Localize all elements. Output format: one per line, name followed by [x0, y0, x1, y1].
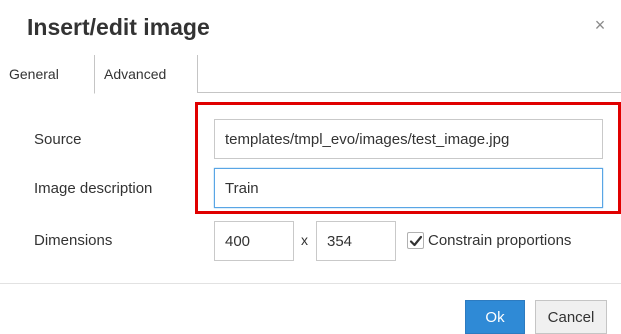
close-icon[interactable]: × — [592, 16, 608, 34]
cancel-button[interactable]: Cancel — [535, 300, 607, 334]
source-input[interactable] — [214, 119, 603, 159]
dimensions-label: Dimensions — [34, 232, 113, 249]
source-label: Source — [34, 131, 82, 148]
insert-edit-image-dialog: Insert/edit image × General Advanced Sou… — [0, 0, 621, 334]
tab-general[interactable]: General — [0, 55, 95, 94]
height-input[interactable] — [316, 221, 396, 261]
checkmark-icon — [409, 235, 423, 247]
image-description-input[interactable] — [214, 168, 603, 208]
constrain-proportions-checkbox[interactable] — [407, 232, 424, 249]
width-input[interactable] — [214, 221, 294, 261]
tab-advanced[interactable]: Advanced — [95, 55, 198, 93]
image-description-label: Image description — [34, 180, 153, 197]
dimensions-separator: x — [301, 232, 308, 248]
tab-bar: General Advanced — [0, 55, 621, 94]
footer-divider — [0, 283, 621, 284]
ok-button[interactable]: Ok — [465, 300, 525, 334]
dialog-title: Insert/edit image — [27, 14, 210, 40]
constrain-proportions-label[interactable]: Constrain proportions — [428, 232, 571, 249]
